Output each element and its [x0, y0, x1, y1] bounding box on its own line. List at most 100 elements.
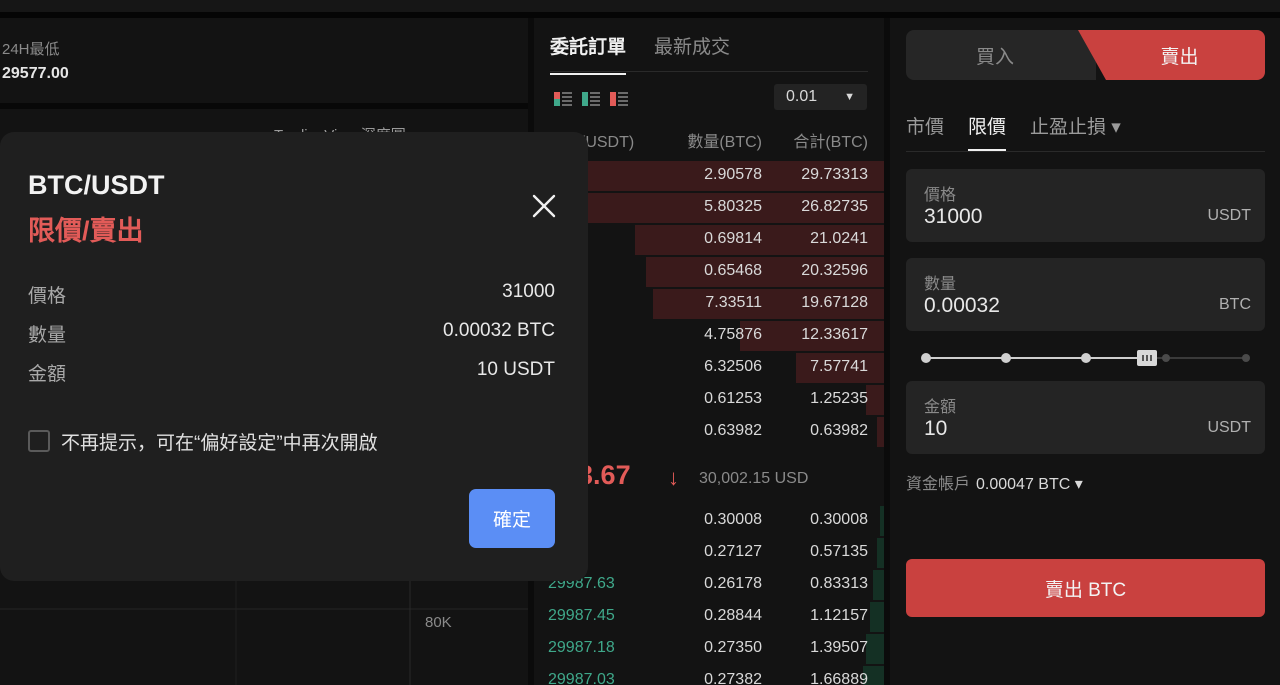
precision-select[interactable]: 0.01 ▼ [774, 84, 867, 110]
ask-total: 20.32596 [801, 262, 868, 279]
bid-qty: 0.28844 [704, 607, 762, 624]
ask-total: 0.63982 [810, 422, 868, 439]
view-asks-icon[interactable] [610, 92, 628, 106]
ask-qty: 4.75876 [704, 326, 762, 343]
bid-total: 1.66889 [810, 671, 868, 685]
bid-row[interactable]: 29987.03 0.27382 1.66889 [534, 665, 884, 685]
volume-chart-grid [0, 578, 528, 685]
tab-limit[interactable]: 限價 [968, 112, 1007, 151]
bid-price: 29987.45 [548, 607, 615, 624]
ask-total: 29.73313 [801, 166, 868, 183]
bid-qty: 0.26178 [704, 575, 762, 592]
bid-depth-bar [880, 506, 884, 536]
tab-latest-trades[interactable]: 最新成交 [654, 32, 730, 75]
slider-thumb[interactable] [1136, 350, 1157, 366]
last-price-usd: 30,002.15 USD [699, 470, 809, 487]
ask-qty: 5.80325 [704, 198, 762, 215]
bid-depth-bar [877, 538, 884, 568]
bid-depth-bar [870, 602, 884, 632]
price-field-label: 價格 [924, 187, 957, 204]
amount-field-label: 金額 [924, 399, 957, 416]
tab-market[interactable]: 市價 [906, 112, 944, 151]
ask-qty: 2.90578 [704, 166, 762, 183]
order-tabs-divider [906, 151, 1265, 152]
bid-total: 0.57135 [810, 543, 868, 560]
ask-qty: 7.33511 [705, 294, 762, 311]
slider-stop-3[interactable] [1162, 354, 1170, 362]
sell-btc-button[interactable]: 賣出 BTC [906, 559, 1265, 617]
confirm-button[interactable]: 確定 [469, 489, 555, 548]
ask-qty: 0.63982 [704, 422, 762, 439]
bid-depth-bar [873, 570, 884, 600]
amount-field[interactable]: 金額 10 USDT [906, 381, 1265, 454]
ask-total: 7.57741 [810, 358, 868, 375]
dialog-quantity-value: 0.00032 BTC [443, 320, 555, 341]
ask-total: 19.67128 [801, 294, 868, 311]
bid-qty: 0.27382 [704, 671, 762, 685]
slider-fill [926, 357, 1147, 359]
dont-show-again-label[interactable]: 不再提示，可在“偏好設定”中再次開啟 [61, 428, 378, 455]
dont-show-again-checkbox[interactable] [28, 430, 50, 452]
quantity-field-value[interactable]: 0.00032 [924, 294, 1000, 318]
tab-stop-limit[interactable]: 止盈止損 ▾ [1030, 112, 1121, 151]
bid-qty: 0.27350 [704, 639, 762, 656]
market-divider [0, 103, 528, 109]
bid-price: 29987.03 [548, 671, 615, 685]
slider-stop-0[interactable] [921, 353, 931, 363]
ask-total: 1.25235 [810, 390, 868, 407]
ask-total: 21.0241 [810, 230, 868, 247]
ask-total: 26.82735 [801, 198, 868, 215]
sell-tab[interactable]: 賣出 [1078, 30, 1265, 80]
bid-row[interactable]: 29987.63 0.26178 0.83313 [534, 569, 884, 601]
tab-order-book[interactable]: 委託訂單 [550, 32, 627, 75]
arrow-down-icon: ↓ [668, 465, 679, 490]
dialog-price-label: 價格 [28, 286, 67, 307]
ask-total: 12.33617 [801, 326, 868, 343]
buy-tab[interactable]: 買入 [906, 30, 1096, 80]
ask-qty: 0.65468 [704, 262, 762, 279]
dialog-quantity-label: 數量 [28, 325, 67, 346]
book-view-toggles [554, 92, 628, 106]
low-24h-label: 24H最低 [2, 41, 60, 58]
slider-stop-2[interactable] [1081, 353, 1091, 363]
price-field[interactable]: 價格 31000 USDT [906, 169, 1265, 242]
volume-chart: 80K 0 [0, 578, 528, 685]
quantity-slider[interactable] [921, 350, 1250, 366]
bid-qty: 0.27127 [704, 543, 762, 560]
ask-qty: 6.32506 [704, 358, 762, 375]
top-bar [0, 0, 1280, 12]
col-qty-header: 數量(BTC) [687, 134, 762, 151]
price-field-value[interactable]: 31000 [924, 205, 982, 229]
bid-row[interactable]: 29987.45 0.28844 1.12157 [534, 601, 884, 633]
bid-total: 1.39507 [810, 639, 868, 656]
view-bids-icon[interactable] [582, 92, 600, 106]
dialog-amount-value: 10 USDT [476, 359, 555, 380]
order-book-tabs: 委託訂單 最新成交 [550, 32, 730, 75]
bid-depth-bar [866, 634, 884, 664]
funding-account[interactable]: 資金帳戶 0.00047 BTC ▾ [906, 470, 1083, 494]
amount-field-value[interactable]: 10 [924, 417, 947, 441]
ask-depth-bar [866, 385, 884, 415]
bid-total: 0.30008 [810, 511, 868, 528]
funding-account-value[interactable]: 0.00047 BTC ▾ [976, 476, 1083, 493]
bid-row[interactable]: 29987.18 0.27350 1.39507 [534, 633, 884, 665]
bid-total: 1.12157 [810, 607, 868, 624]
ask-qty: 0.61253 [704, 390, 762, 407]
bid-price: 29987.18 [548, 639, 615, 656]
amount-field-unit: USDT [1207, 419, 1251, 436]
order-book-tabs-divider [550, 71, 868, 72]
ask-depth-bar [877, 417, 884, 447]
dialog-order-type: 限價/賣出 [28, 216, 144, 246]
quantity-field[interactable]: 數量 0.00032 BTC [906, 258, 1265, 331]
order-type-tabs: 市價 限價 止盈止損 ▾ [906, 112, 1121, 151]
dialog-price-value: 31000 [502, 281, 555, 302]
quantity-field-unit: BTC [1219, 296, 1251, 313]
close-icon[interactable] [528, 190, 560, 222]
bid-total: 0.83313 [810, 575, 868, 592]
view-both-icon[interactable] [554, 92, 572, 106]
dialog-pair: BTC/USDT [28, 170, 165, 200]
slider-stop-4[interactable] [1242, 354, 1250, 362]
quantity-field-label: 數量 [924, 276, 957, 293]
low-24h-stat: 24H最低 29577.00 [2, 38, 69, 83]
slider-stop-1[interactable] [1001, 353, 1011, 363]
